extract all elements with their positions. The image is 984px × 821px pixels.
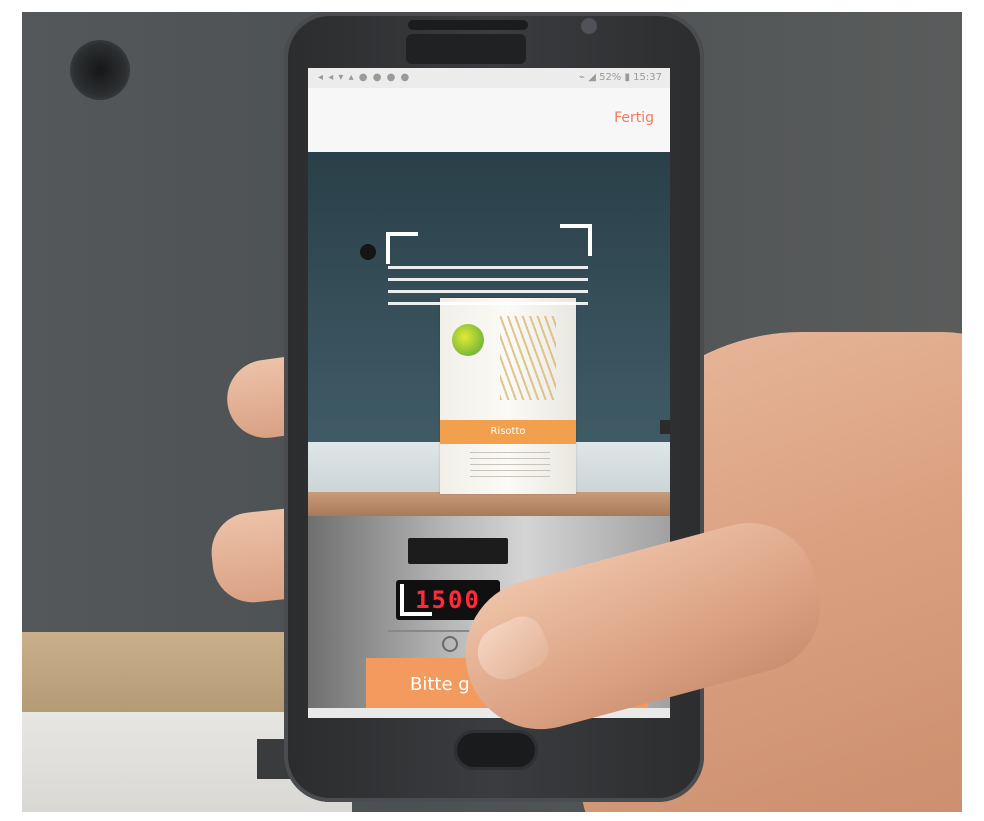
product-package: Risotto — [440, 298, 576, 494]
product-name-band: Risotto — [440, 420, 576, 444]
corner-bracket-icon — [386, 232, 418, 264]
camera-focus-dot-icon — [360, 244, 376, 260]
wall-fixture — [70, 40, 130, 100]
oven-display-upper — [408, 538, 508, 564]
status-icons-right: ⌁ ◢ 52% ▮ 15:37 — [579, 72, 662, 83]
phone-sensor-bar — [406, 34, 526, 64]
front-camera-icon — [581, 18, 597, 34]
oven-shelf-edge — [308, 492, 670, 516]
oven-knob-icon — [442, 636, 458, 652]
background-shelf — [22, 632, 322, 712]
product-logo-icon — [452, 324, 484, 356]
corner-bracket-icon — [400, 584, 432, 616]
photo-scene: ◂ ◂ ▾ ▴ ● ● ● ● ⌁ ◢ 52% ▮ 15:37 Fertig R… — [22, 12, 962, 812]
product-fine-print — [470, 452, 550, 478]
status-bar: ◂ ◂ ▾ ▴ ● ● ● ● ⌁ ◢ 52% ▮ 15:37 — [308, 68, 670, 88]
phone-speaker — [408, 20, 528, 30]
home-button[interactable] — [454, 730, 538, 770]
side-handle — [660, 420, 670, 434]
app-bar: Fertig — [308, 88, 670, 152]
corner-bracket-icon — [560, 224, 592, 256]
rice-grain-illustration — [500, 316, 556, 400]
done-button[interactable]: Fertig — [614, 110, 654, 126]
scan-lines — [388, 266, 588, 312]
status-icons-left: ◂ ◂ ▾ ▴ ● ● ● ● — [318, 72, 411, 83]
